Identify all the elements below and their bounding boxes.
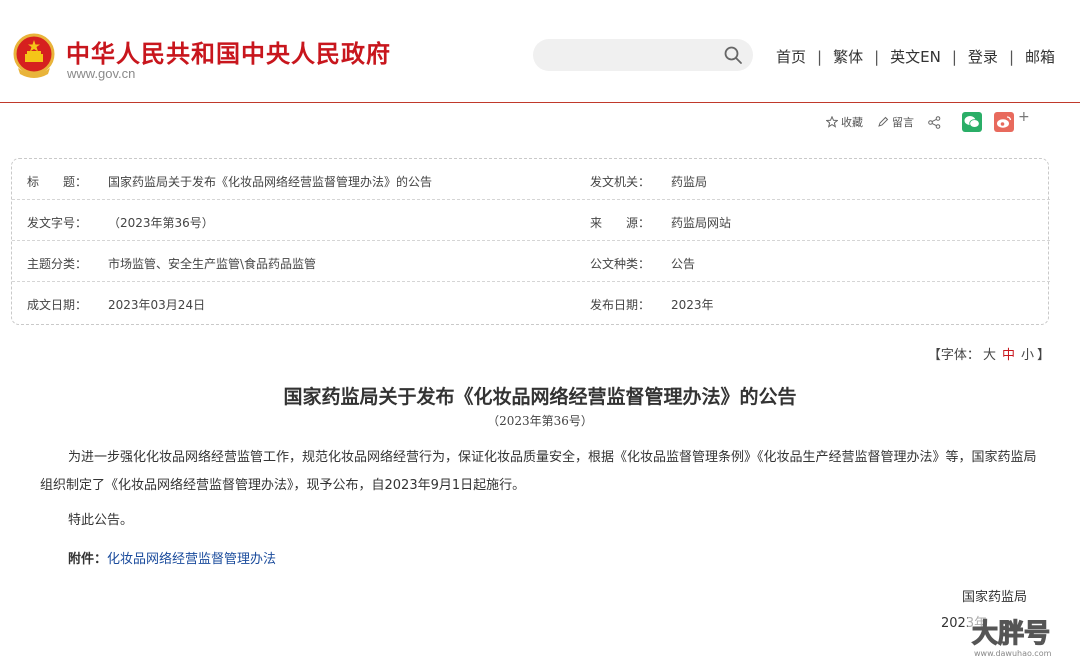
search-input[interactable] (547, 43, 717, 67)
info-value-category: 市场监管、安全生产监管\食品药品监管 (108, 257, 317, 271)
nav-separator: | (1008, 47, 1014, 66)
info-value-doc-type: 公告 (671, 257, 696, 271)
info-row: 主题分类： 市场监管、安全生产监管\食品药品监管 公文种类： 公告 (12, 241, 1050, 282)
favorite-button[interactable]: 收藏 (826, 114, 863, 130)
font-size-large[interactable]: 大 (983, 348, 996, 363)
info-value-title: 国家药监局关于发布《化妆品网络经营监督管理办法》的公告 (108, 175, 433, 189)
nav-home[interactable]: 首页 (776, 46, 806, 67)
more-share-icon[interactable]: + (1018, 109, 1030, 125)
pencil-icon (878, 116, 889, 127)
attachment-label: 附件： (68, 552, 108, 567)
nav-traditional[interactable]: 繁体 (833, 46, 863, 67)
attachment-line: 附件：化妆品网络经营监督管理办法 (68, 546, 276, 574)
info-label-publish-date: 发布日期： (590, 298, 651, 312)
info-value-issuer: 药监局 (671, 175, 708, 189)
article-title: 国家药监局关于发布《化妆品网络经营监督管理办法》的公告 (283, 386, 797, 408)
star-icon (826, 116, 838, 128)
info-label-written-date: 成文日期： (27, 298, 88, 312)
info-label-doc-type: 公文种类： (590, 257, 651, 271)
font-size-suffix: 】 (1036, 348, 1050, 363)
site-header: 中华人民共和国中央人民政府 www.gov.cn 首页 | 繁体 | 英文EN … (0, 0, 1080, 103)
info-row: 发文字号： （2023年第36号） 来 源： 药监局网站 (12, 200, 1050, 241)
info-value-written-date: 2023年03月24日 (108, 298, 206, 312)
info-value-doc-number: （2023年第36号） (108, 216, 214, 230)
weibo-icon[interactable] (994, 112, 1014, 132)
wechat-icon[interactable] (962, 112, 982, 132)
search-box (533, 39, 753, 71)
signature-org: 国家药监局 (962, 590, 1028, 605)
nav-mail[interactable]: 邮箱 (1025, 46, 1055, 67)
share-icon (928, 115, 941, 129)
favorite-label: 收藏 (841, 116, 863, 129)
watermark-logo-icon: 大胖号 www.dawuhao.com (968, 612, 1063, 660)
share-bar: 收藏 留言 + (826, 109, 1030, 132)
nav-english[interactable]: 英文EN (890, 46, 941, 67)
info-value-source: 药监局网站 (671, 216, 732, 230)
attachment-link[interactable]: 化妆品网络经营监督管理办法 (107, 552, 276, 567)
info-label-source: 来 源： (590, 216, 651, 230)
font-size-small[interactable]: 小 (1021, 348, 1034, 363)
info-label-category: 主题分类： (27, 257, 88, 271)
font-size-selector: 【字体：大中小】 (928, 344, 1050, 363)
search-icon[interactable] (723, 45, 743, 65)
info-label-doc-number: 发文字号： (27, 216, 88, 230)
nav-separator: | (874, 47, 880, 66)
nav-separator: | (951, 47, 957, 66)
info-row: 成文日期： 2023年03月24日 发布日期： 2023年 (12, 282, 1050, 323)
top-navigation: 首页 | 繁体 | 英文EN | 登录 | 邮箱 (776, 46, 1055, 67)
site-url[interactable]: www.gov.cn (67, 66, 135, 81)
info-row: 标 题： 国家药监局关于发布《化妆品网络经营监督管理办法》的公告 发文机关： 药… (12, 159, 1050, 200)
article-doc-number: （2023年第36号） (487, 414, 593, 428)
share-button[interactable] (928, 115, 944, 129)
font-size-prefix: 【字体： (927, 348, 980, 363)
nav-login[interactable]: 登录 (968, 46, 998, 67)
article-paragraph: 为进一步强化化妆品网络经营监管工作，规范化妆品网络经营行为，保证化妆品质量安全，… (40, 450, 1037, 493)
article-paragraph: 特此公告。 (68, 513, 134, 528)
info-label-title: 标 题： (27, 175, 88, 189)
info-label-issuer: 发文机关： (590, 175, 651, 189)
document-info-table: 标 题： 国家药监局关于发布《化妆品网络经营监督管理办法》的公告 发文机关： 药… (11, 158, 1050, 325)
national-emblem-icon[interactable] (12, 32, 56, 80)
nav-separator: | (817, 47, 823, 66)
info-value-publish-date: 2023年 (671, 298, 714, 312)
font-size-medium[interactable]: 中 (1002, 348, 1015, 363)
comment-label: 留言 (892, 116, 914, 129)
svg-text:www.dawuhao.com: www.dawuhao.com (974, 649, 1052, 658)
svg-text:大胖号: 大胖号 (972, 619, 1050, 649)
site-title[interactable]: 中华人民共和国中央人民政府 (66, 34, 391, 69)
comment-button[interactable]: 留言 (877, 114, 914, 130)
